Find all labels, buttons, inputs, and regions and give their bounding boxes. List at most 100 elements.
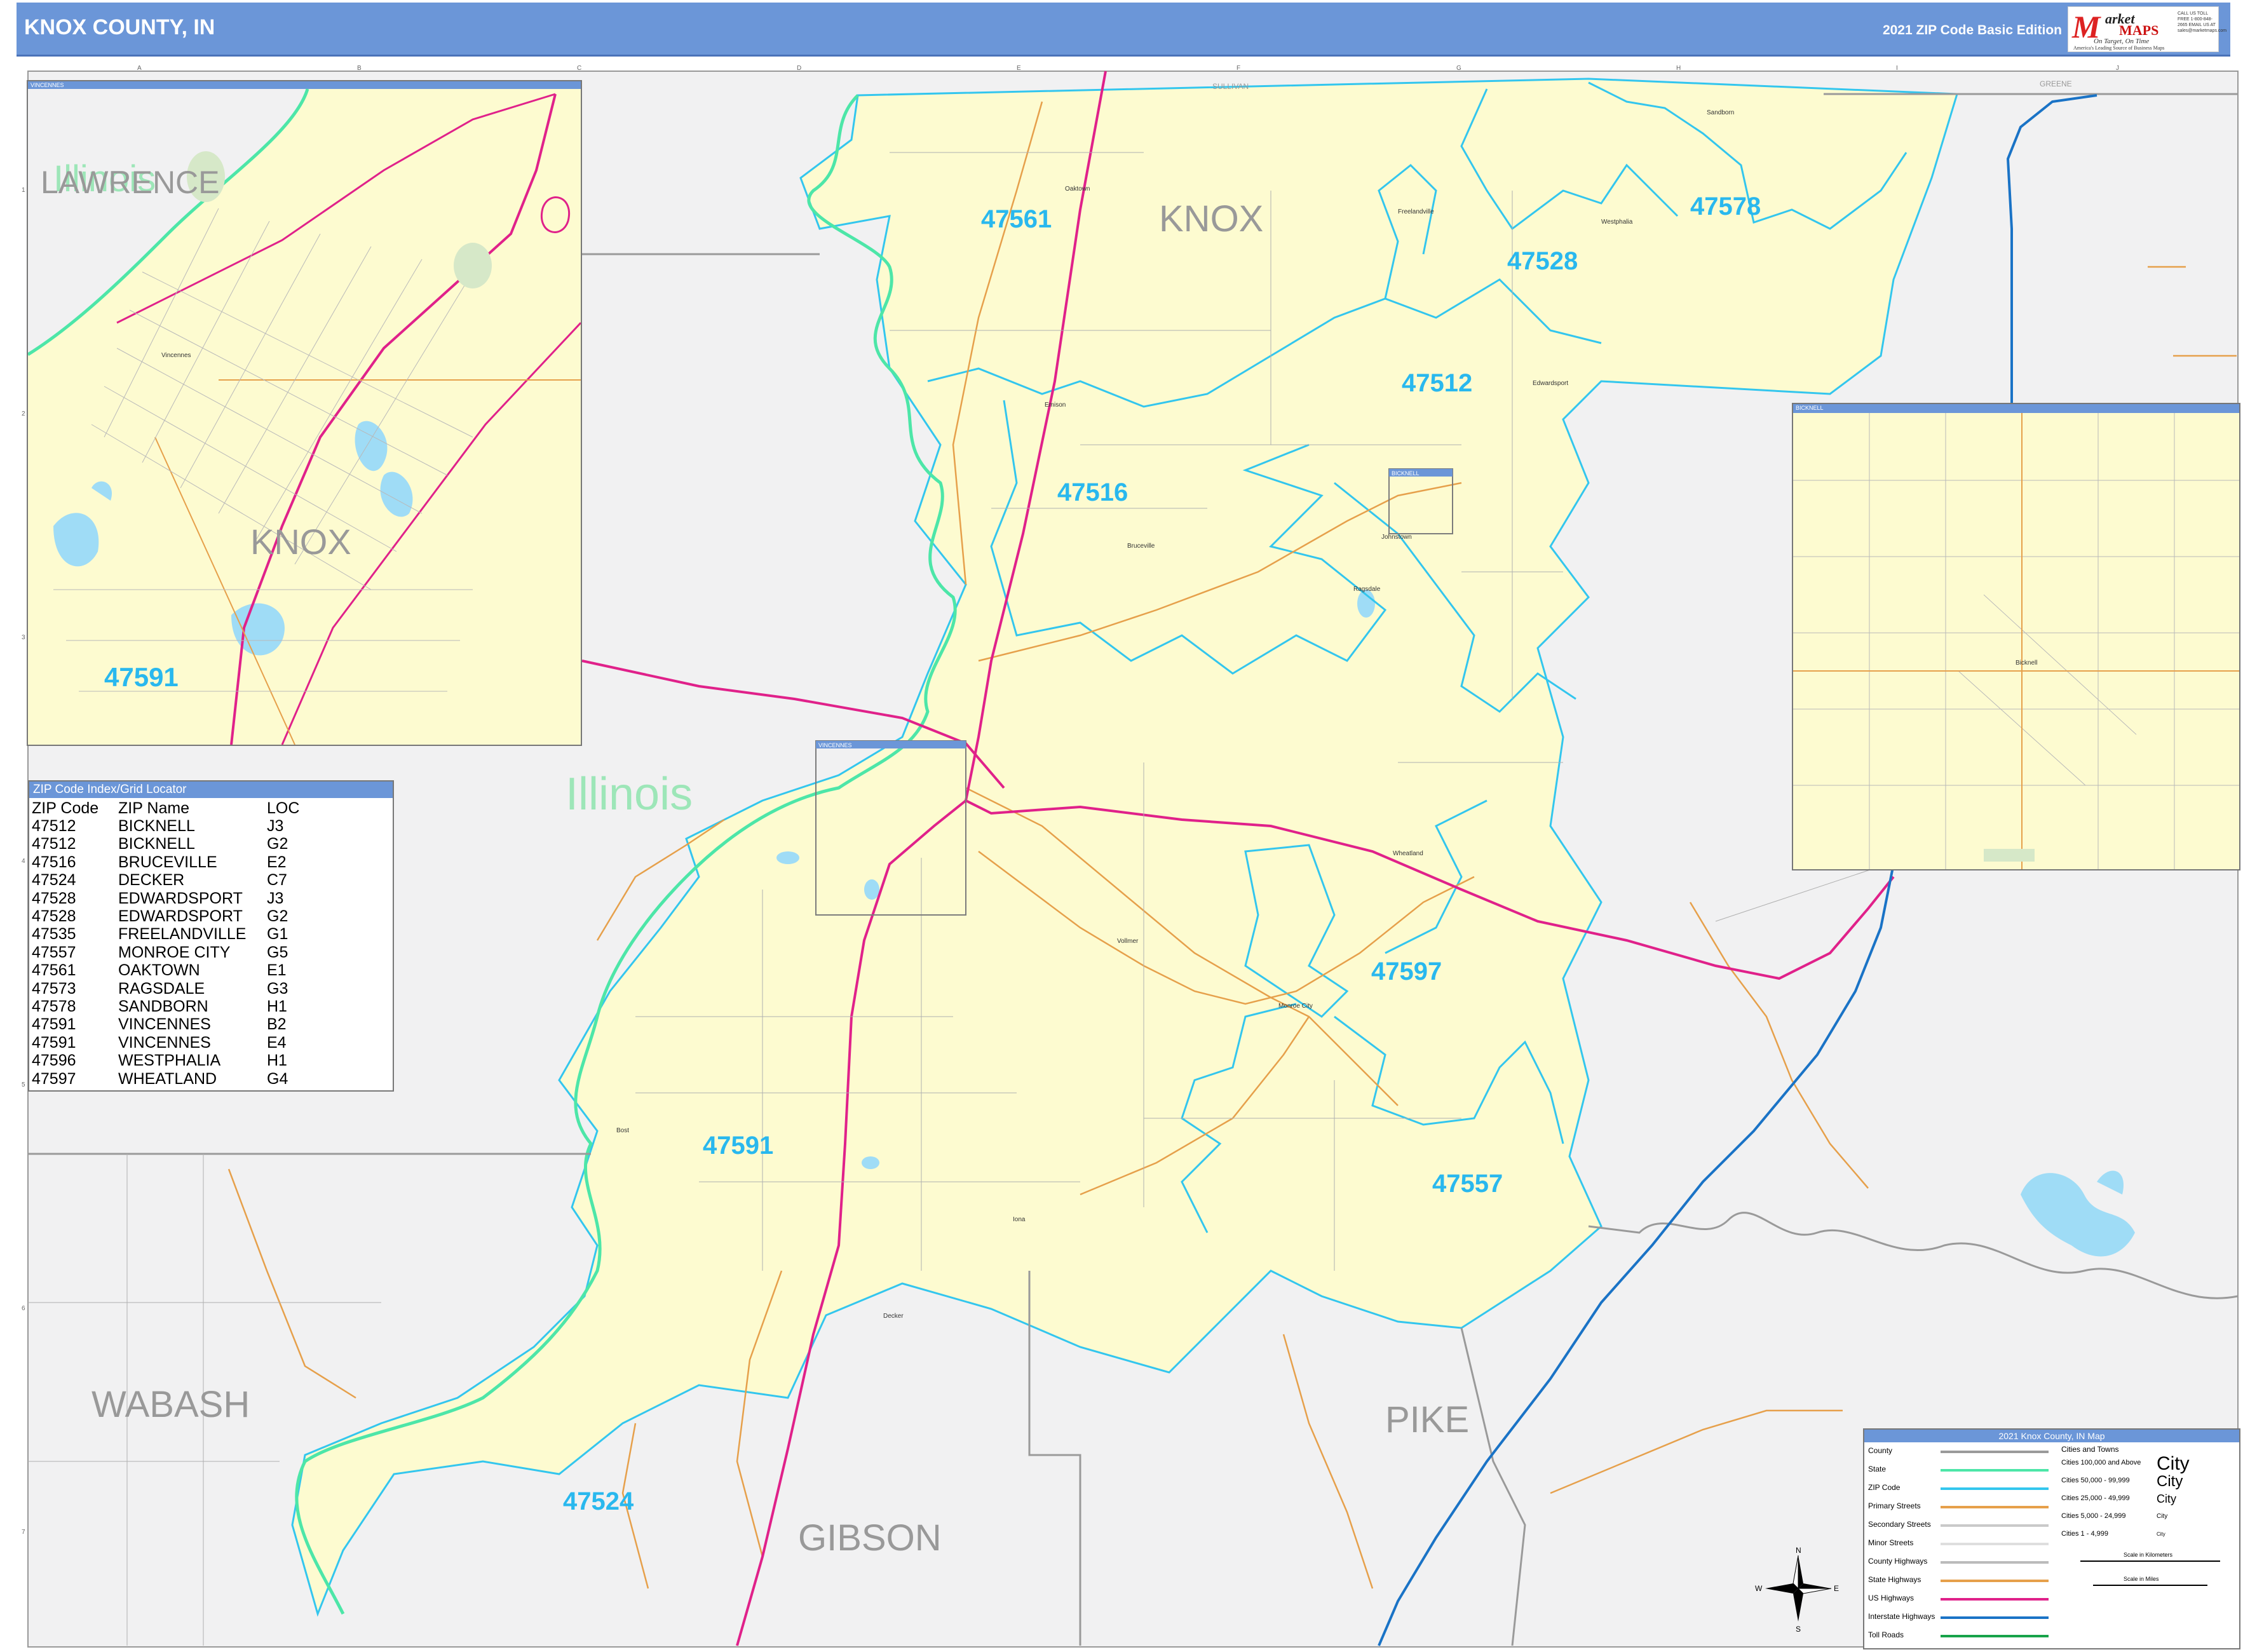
zip-index-zip: 47516 <box>32 853 76 871</box>
grid-col-j: J <box>2116 65 2119 72</box>
zip-index-row: 47591 VINCENNES E4 <box>32 1034 388 1052</box>
legend-scale-km: Scale in Kilometers <box>2124 1552 2173 1558</box>
zip-index-row: 47561 OAKTOWN E1 <box>32 961 388 979</box>
vincennes-inset-town-label: Vincennes <box>161 352 191 359</box>
vincennes-inset[interactable]: VINCENNES Illinois LAWRENCE KNOX 47591 V… <box>27 80 582 746</box>
town-ragsdale: Ragsdale <box>1353 586 1381 593</box>
town-emison: Emison <box>1045 402 1066 409</box>
bicknell-inset-town-label: Bicknell <box>2016 660 2038 667</box>
county-label-gibson: GIBSON <box>798 1517 942 1559</box>
legend-item-label: Primary Streets <box>1868 1501 1921 1510</box>
zip-index-row: 47512 BICKNELL J3 <box>32 817 388 835</box>
zip-index-loc: G2 <box>267 907 288 925</box>
zip-index-loc: H1 <box>267 1052 287 1070</box>
map-legend: 2021 Knox County, IN Map County State ZIP … <box>1863 1428 2240 1649</box>
zip-index-zip: 47591 <box>32 1015 76 1034</box>
zip-index-loc: G4 <box>267 1069 288 1088</box>
town-johnstown: Johnstown <box>1381 534 1412 541</box>
zip-index-name: WESTPHALIA <box>118 1052 221 1070</box>
grid-col-g: G <box>1456 65 1461 72</box>
zip-index-zip: 47512 <box>32 817 76 835</box>
town-vollmer: Vollmer <box>1117 938 1139 945</box>
grid-row-3: 3 <box>22 634 25 641</box>
legend-item-swatch <box>1941 1469 2049 1472</box>
zip-index-zip: 47528 <box>32 889 76 907</box>
zip-index-zip: 47591 <box>32 1033 76 1052</box>
legend-item-label: Minor Streets <box>1868 1538 1914 1547</box>
zip-index-zip: 47597 <box>32 1069 76 1088</box>
town-edwardsport: Edwardsport <box>1533 380 1568 387</box>
zip-index-loc: E2 <box>267 853 287 871</box>
grid-row-1: 1 <box>22 187 25 194</box>
legend-item-swatch <box>1941 1561 2049 1564</box>
zip-label-47516: 47516 <box>1057 478 1128 506</box>
zip-index-loc: E4 <box>267 1033 287 1052</box>
zip-index-zip: 47557 <box>32 943 76 961</box>
legend-city-range: Cities 5,000 - 24,999 <box>2061 1512 2126 1520</box>
zip-index-row: 47528 EDWARDSPORT J3 <box>32 890 388 907</box>
zip-index-name: VINCENNES <box>118 1015 211 1034</box>
legend-item-swatch <box>1941 1506 2049 1508</box>
zip-index-zip: 47596 <box>32 1052 76 1070</box>
zip-index-row: 47596 WESTPHALIA H1 <box>32 1052 388 1069</box>
legend-item-swatch <box>1941 1598 2049 1601</box>
legend-city-sample: City <box>2157 1473 2183 1490</box>
compass-s: S <box>1796 1625 1801 1634</box>
legend-city-range: Cities 1 - 4,999 <box>2061 1530 2108 1538</box>
legend-item-swatch <box>1941 1487 2049 1490</box>
zip-index-loc: E1 <box>267 961 287 980</box>
county-label-greene: GREENE <box>2040 79 2072 88</box>
legend-cities-header: Cities and Towns <box>2061 1445 2119 1454</box>
town-decker: Decker <box>883 1313 904 1320</box>
legend-city-sample: City <box>2157 1531 2165 1537</box>
zip-index-header-name: ZIP Name <box>118 799 190 817</box>
zip-code-index: ZIP Code Index/Grid Locator ZIP Code ZIP… <box>28 780 394 1092</box>
legend-item-swatch <box>1941 1635 2049 1637</box>
grid-row-6: 6 <box>22 1305 25 1312</box>
legend-title: 2021 Knox County, IN Map <box>1864 1430 2239 1442</box>
grid-col-c: C <box>577 65 581 72</box>
bicknell-inset[interactable]: BICKNELL Bicknell <box>1792 403 2240 870</box>
grid-row-5: 5 <box>22 1081 25 1088</box>
compass-e: E <box>1834 1584 1839 1593</box>
town-oaktown: Oaktown <box>1065 186 1090 193</box>
zip-index-name: BICKNELL <box>118 817 195 835</box>
legend-city-range: Cities 50,000 - 99,999 <box>2061 1477 2130 1484</box>
grid-row-4: 4 <box>22 858 25 865</box>
town-bost: Bost <box>616 1127 629 1134</box>
grid-row-7: 7 <box>22 1529 25 1536</box>
grid-col-e: E <box>1017 65 1021 72</box>
zip-index-loc: B2 <box>267 1015 287 1034</box>
zip-index-name: EDWARDSPORT <box>118 889 243 907</box>
legend-item-swatch <box>1941 1616 2049 1619</box>
zip-index-loc: G1 <box>267 925 288 944</box>
zip-index-loc: H1 <box>267 998 287 1015</box>
legend-item-label: State <box>1868 1465 1887 1473</box>
zip-label-47578: 47578 <box>1690 193 1761 220</box>
zip-index-loc: G2 <box>267 835 288 853</box>
zip-index-zip: 47535 <box>32 925 76 944</box>
zip-index-row: 47597 WHEATLAND G4 <box>32 1070 388 1088</box>
grid-col-d: D <box>797 65 801 72</box>
zip-label-47524: 47524 <box>563 1487 634 1515</box>
zip-index-name: WHEATLAND <box>118 1069 217 1088</box>
legend-item-label: Secondary Streets <box>1868 1520 1931 1529</box>
legend-scale-mi-bar <box>2093 1585 2207 1586</box>
zip-index-zip: 47524 <box>32 871 76 890</box>
legend-city-sample: City <box>2157 1513 2168 1520</box>
zip-index-row: 47578 SANDBORN H1 <box>32 998 388 1015</box>
zip-index-name: OAKTOWN <box>118 961 200 980</box>
compass-w: W <box>1755 1584 1763 1593</box>
county-label-knox: KNOX <box>1159 198 1263 240</box>
zip-index-loc: G3 <box>267 979 288 998</box>
county-label-pike: PIKE <box>1385 1399 1469 1440</box>
zip-index-name: BICKNELL <box>118 835 195 853</box>
state-label-illinois: Illinois <box>566 769 693 820</box>
county-label-wabash: WABASH <box>91 1384 250 1425</box>
zip-index-zip: 47528 <box>32 907 76 925</box>
legend-city-sample: City <box>2157 1453 2190 1474</box>
zip-index-name: FREELANDVILLE <box>118 925 247 944</box>
vincennes-inset-zip-label: 47591 <box>104 662 179 692</box>
zip-index-loc: J3 <box>267 889 284 907</box>
zip-index-loc: G5 <box>267 943 288 961</box>
